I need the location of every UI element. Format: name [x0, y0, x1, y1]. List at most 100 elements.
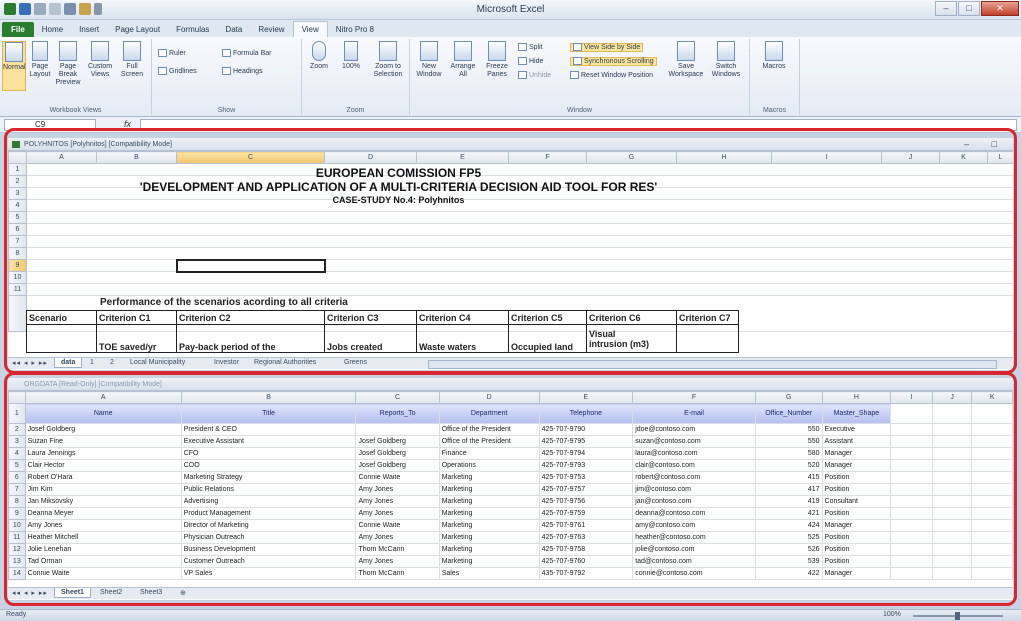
cell[interactable]: 425-707-9760	[538, 555, 634, 568]
cell[interactable]: Marketing	[438, 555, 540, 568]
cell[interactable]: jdoe@contoso.com	[632, 423, 756, 436]
cell[interactable]: Marketing	[438, 495, 540, 508]
macros-button[interactable]: Macros	[758, 41, 790, 71]
cell[interactable]: Jim Kim	[24, 483, 182, 496]
cell[interactable]	[931, 435, 973, 448]
cell[interactable]: Product Management	[180, 507, 357, 520]
ruler-checkbox[interactable]: Ruler	[158, 49, 186, 57]
zoom-slider[interactable]: 100%	[883, 611, 1013, 620]
zoom-100-button[interactable]: 100%	[338, 41, 364, 71]
cell[interactable]: TOE saved/yr	[96, 324, 177, 353]
cell[interactable]: Executive	[821, 423, 892, 436]
cell[interactable]: Amy Jones	[24, 519, 182, 532]
cell[interactable]	[971, 507, 1013, 520]
view-side-by-side-button[interactable]: View Side by Side	[570, 42, 644, 52]
cell[interactable]	[931, 471, 973, 484]
cell[interactable]: Robert O'Hara	[24, 471, 182, 484]
cell[interactable]	[324, 259, 1013, 272]
criteria-header[interactable]: Scenario	[26, 310, 97, 325]
cell[interactable]: Suzan Fine	[24, 435, 182, 448]
cell[interactable]	[26, 247, 1013, 260]
cell[interactable]: 425-707-9795	[538, 435, 634, 448]
cell[interactable]	[890, 519, 933, 532]
cell[interactable]: Manager	[821, 459, 892, 472]
tab-view[interactable]: View	[292, 21, 328, 37]
cell[interactable]	[890, 531, 933, 544]
cell[interactable]: Amy Jones	[355, 507, 440, 520]
reset-window-position-button[interactable]: Reset Window Position	[570, 71, 653, 79]
freeze-panes-button[interactable]: Freeze Panes	[482, 41, 512, 79]
cell[interactable]: 422	[754, 567, 823, 580]
row-header[interactable]: 7	[8, 235, 27, 248]
cell[interactable]: Laura Jennings	[24, 447, 182, 460]
formula-input[interactable]	[140, 119, 1017, 131]
cell[interactable]	[890, 459, 933, 472]
row-header[interactable]: 5	[8, 211, 27, 224]
cell[interactable]: 539	[754, 555, 823, 568]
zoom-to-selection-button[interactable]: Zoom to Selection	[370, 41, 406, 79]
cell[interactable]: 425-707-9753	[538, 471, 634, 484]
cell[interactable]: Marketing	[438, 519, 540, 532]
criteria-header[interactable]: Criterion C5	[508, 310, 587, 325]
cell[interactable]: Occupied land	[508, 324, 587, 353]
cell[interactable]: amy@contoso.com	[632, 519, 756, 532]
cell[interactable]: Jobs created	[324, 324, 417, 353]
cell[interactable]: Customer Outreach	[180, 555, 357, 568]
page-break-preview-button[interactable]: Page Break Preview	[54, 41, 82, 87]
cell[interactable]	[890, 447, 933, 460]
cell[interactable]: jan@contoso.com	[632, 495, 756, 508]
page-layout-view-button[interactable]: Page Layout	[28, 41, 52, 79]
cell[interactable]: Manager	[821, 519, 892, 532]
cell[interactable]	[931, 423, 973, 436]
gridlines-checkbox[interactable]: Gridlines	[158, 67, 197, 75]
cell[interactable]: Connie Waite	[24, 567, 182, 580]
column-header[interactable]: G	[754, 391, 823, 404]
cell[interactable]: Marketing	[438, 531, 540, 544]
cell[interactable]: Jan Miksovsky	[24, 495, 182, 508]
unhide-button[interactable]: Unhide	[518, 71, 551, 79]
tab-file[interactable]: File	[2, 22, 34, 37]
active-cell[interactable]	[175, 258, 326, 273]
cell[interactable]	[890, 507, 933, 520]
cell[interactable]: clair@contoso.com	[632, 459, 756, 472]
cell[interactable]: Finance	[438, 447, 540, 460]
tab-page-layout[interactable]: Page Layout	[107, 22, 168, 37]
cell[interactable]: CFO	[180, 447, 357, 460]
cell[interactable]: Office of the President	[438, 435, 540, 448]
row-header[interactable]: 11	[8, 531, 26, 544]
cell[interactable]	[931, 403, 973, 424]
cell[interactable]: VP Sales	[180, 567, 357, 580]
cell[interactable]	[26, 223, 1013, 236]
row-header[interactable]: 2	[8, 423, 26, 436]
header-department[interactable]: Department	[438, 403, 540, 424]
cell[interactable]	[971, 543, 1013, 556]
horizontal-scrollbar[interactable]	[428, 360, 997, 369]
cell[interactable]	[890, 543, 933, 556]
column-header[interactable]: F	[632, 391, 756, 404]
maximize-button[interactable]: □	[958, 1, 980, 16]
header-telephone[interactable]: Telephone	[538, 403, 634, 424]
cell[interactable]: 425-707-9757	[538, 483, 634, 496]
column-header[interactable]: G	[586, 151, 677, 164]
cell[interactable]	[890, 555, 933, 568]
row-header[interactable]: 11	[8, 283, 27, 296]
cell[interactable]: 550	[754, 423, 823, 436]
row-header[interactable]: 9	[8, 507, 26, 520]
row-header[interactable]: 2	[8, 175, 27, 188]
cell[interactable]	[971, 435, 1013, 448]
cell[interactable]: 421	[754, 507, 823, 520]
tab-review[interactable]: Review	[250, 22, 292, 37]
cell[interactable]: Consultant	[821, 495, 892, 508]
header-office-number[interactable]: Office_Number	[754, 403, 823, 424]
cell[interactable]: Marketing	[438, 543, 540, 556]
cell[interactable]	[890, 423, 933, 436]
hide-button[interactable]: Hide	[518, 57, 543, 65]
sheet-tab[interactable]: Greens	[338, 358, 373, 367]
cell[interactable]: Thom McCann	[355, 543, 440, 556]
cell[interactable]: 419	[754, 495, 823, 508]
cell[interactable]	[971, 567, 1013, 580]
column-header[interactable]: I	[890, 391, 933, 404]
cell[interactable]: 526	[754, 543, 823, 556]
criteria-header[interactable]: Criterion C3	[324, 310, 417, 325]
row-header[interactable]: 6	[8, 223, 27, 236]
